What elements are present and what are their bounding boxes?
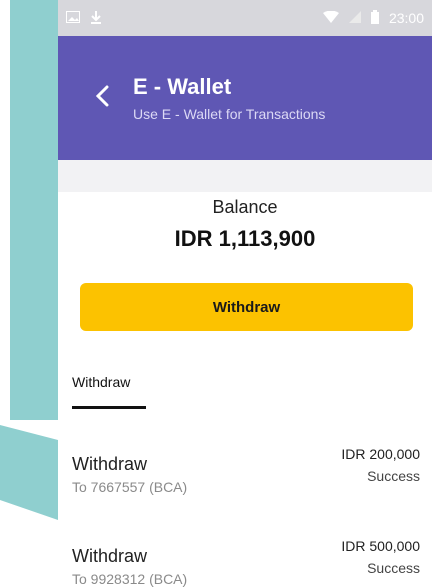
transaction-destination: To 9928312 (BCA) [72, 571, 188, 587]
balance-label: Balance [212, 197, 278, 217]
phone-screen: 23:00 E - Wallet Use E - Wallet for Tran… [58, 0, 432, 588]
battery-icon [370, 9, 379, 27]
page-title: E - Wallet [133, 74, 232, 99]
divider-band [58, 160, 432, 192]
transaction-name: Withdraw [72, 546, 148, 566]
transaction-row[interactable]: Withdraw To 9928312 (BCA) IDR 500,000 Su… [58, 538, 432, 588]
back-button[interactable] [88, 84, 116, 112]
chevron-left-icon [94, 85, 110, 112]
tab-withdraw[interactable]: Withdraw [72, 374, 130, 390]
transaction-status: Success [367, 468, 420, 484]
status-bar: 23:00 [58, 0, 432, 36]
balance-amount: IDR 1,113,900 [174, 226, 316, 251]
withdraw-button[interactable]: Withdraw [80, 283, 413, 331]
transaction-row[interactable]: Withdraw To 7667557 (BCA) IDR 200,000 Su… [58, 446, 432, 506]
download-icon [90, 10, 102, 27]
app-header: E - Wallet Use E - Wallet for Transactio… [58, 36, 432, 160]
page-subtitle: Use E - Wallet for Transactions [133, 106, 326, 122]
signal-icon [348, 10, 361, 26]
transaction-name: Withdraw [72, 454, 148, 474]
balance-section: Balance IDR 1,113,900 [58, 192, 432, 252]
transaction-status: Success [367, 560, 420, 576]
transaction-amount: IDR 200,000 [341, 446, 420, 462]
wifi-icon [322, 10, 339, 26]
transaction-destination: To 7667557 (BCA) [72, 479, 188, 495]
transaction-amount: IDR 500,000 [341, 538, 420, 554]
clock-time: 23:00 [388, 10, 424, 26]
image-icon [66, 10, 80, 26]
active-tab-indicator [72, 406, 146, 409]
